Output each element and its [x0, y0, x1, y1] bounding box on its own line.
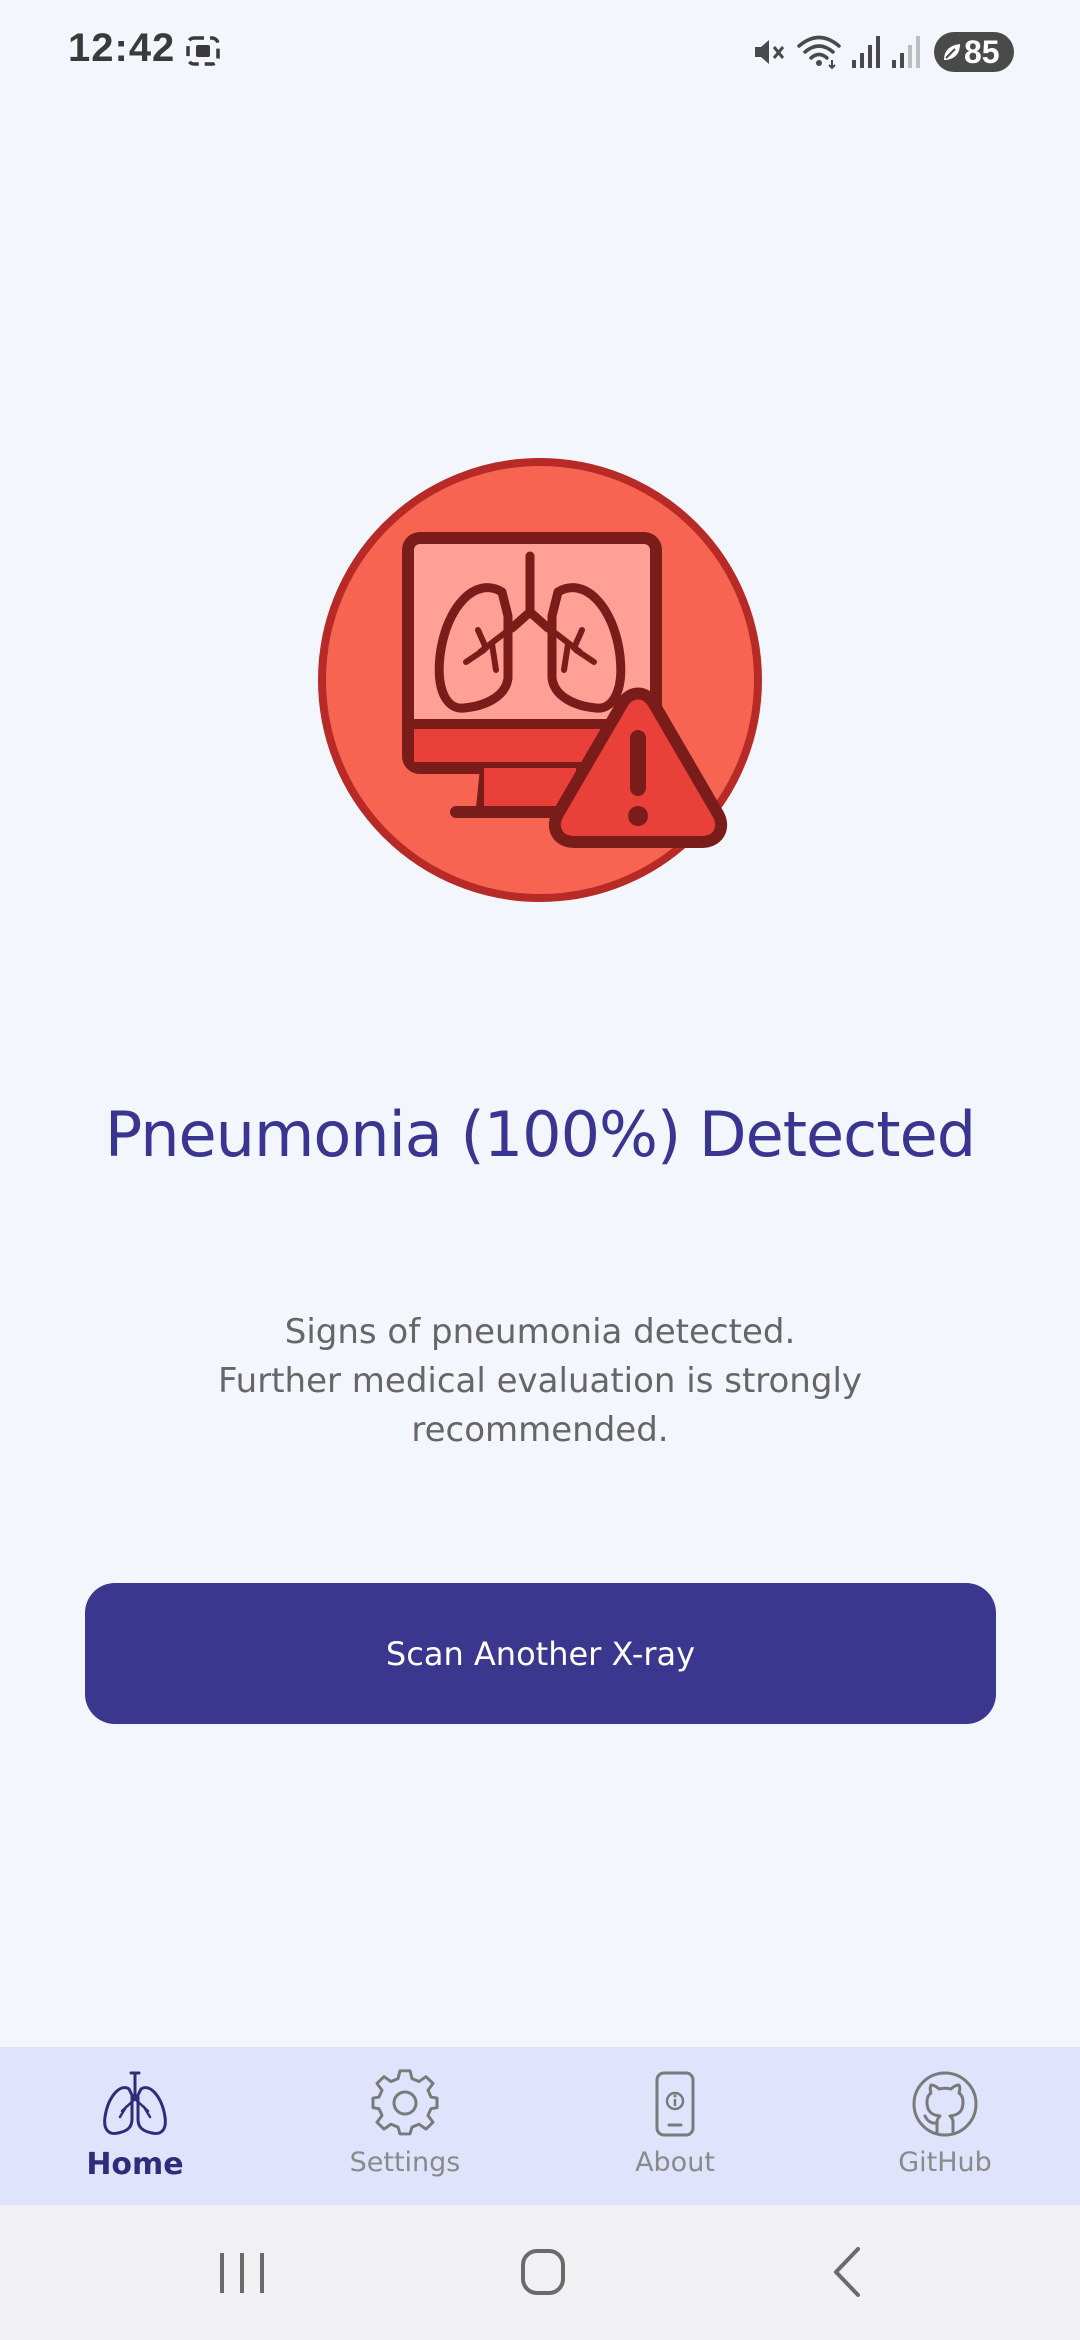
lungs-icon [103, 2071, 167, 2135]
home-circle-icon[interactable] [503, 2235, 583, 2310]
result-message-line: Further medical evaluation is strongly [217, 1361, 863, 1401]
nav-label-settings: Settings [349, 2147, 461, 2178]
status-time: 12:42 [68, 26, 176, 70]
screenshot-icon [186, 36, 220, 66]
status-bar: 12:42 85 [0, 0, 1080, 100]
result-title: Pneumonia (100%) Detected [104, 1098, 976, 1171]
nav-item-home[interactable]: Home [0, 2047, 270, 2205]
bottom-navigation: Home Settings About GitHub [0, 2047, 1080, 2205]
wifi-icon [797, 35, 841, 70]
scan-another-xray-button[interactable]: Scan Another X-ray [85, 1583, 996, 1724]
result-message: Signs of pneumonia detected. Further med… [190, 1308, 890, 1455]
signal-icon [892, 36, 920, 68]
github-icon [912, 2071, 978, 2137]
mute-icon [755, 40, 785, 64]
gear-icon [371, 2069, 439, 2136]
recents-icon[interactable] [202, 2235, 282, 2310]
nav-item-settings[interactable]: Settings [270, 2047, 540, 2205]
nav-label-home: Home [86, 2147, 184, 2182]
nav-label-github: GitHub [898, 2147, 992, 2178]
nav-item-github[interactable]: GitHub [810, 2047, 1080, 2205]
phone-info-icon [655, 2071, 695, 2137]
result-message-line: Signs of pneumonia detected. [284, 1312, 796, 1352]
back-icon[interactable] [808, 2235, 888, 2310]
signal-icon [852, 36, 880, 68]
nav-item-about[interactable]: About [540, 2047, 810, 2205]
nav-label-about: About [635, 2147, 715, 2178]
battery-level: 85 [964, 34, 1000, 70]
result-message-line: recommended. [411, 1410, 669, 1450]
lung-monitor-warning-icon [318, 458, 762, 902]
system-navigation-bar [0, 2205, 1080, 2340]
